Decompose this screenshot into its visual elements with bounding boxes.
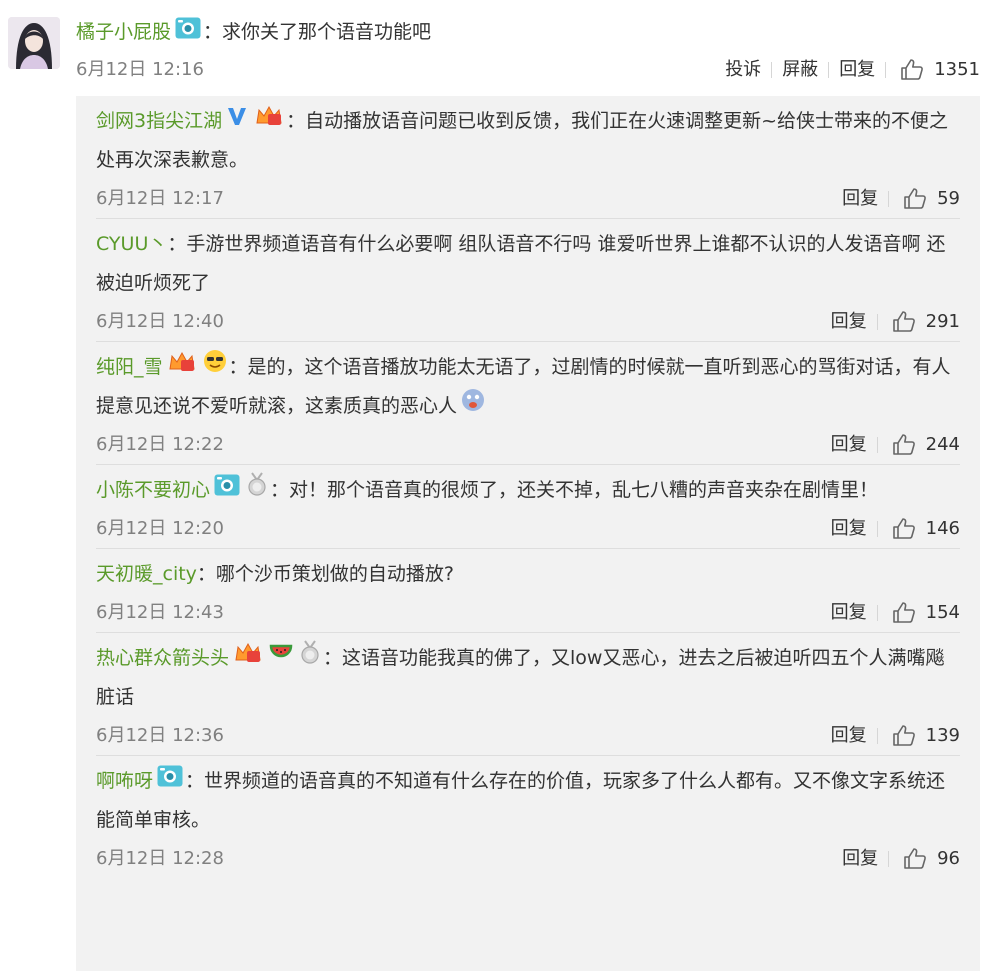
like-button[interactable]: 291	[878, 303, 960, 341]
verified-v-icon	[226, 102, 248, 141]
like-button[interactable]: 59	[889, 180, 960, 218]
reply-item: 小陈不要初心 ：对！那个语音真的很烦了，还关不掉，乱七八糟的声音夹杂在剧情里！ 6…	[96, 465, 960, 549]
like-count: 139	[925, 725, 960, 746]
camera-icon	[157, 762, 183, 801]
thumbs-up-icon	[900, 58, 924, 82]
reply-button[interactable]: 回复	[821, 303, 877, 341]
thumbs-up-icon	[892, 517, 916, 541]
thumbs-up-icon	[892, 310, 916, 334]
like-button[interactable]: 96	[889, 840, 960, 878]
reply-button[interactable]: 回复	[821, 594, 877, 632]
thumbs-up-icon	[892, 724, 916, 748]
reply-time: 6月12日 12:17	[96, 188, 224, 209]
reply-button[interactable]: 回复	[832, 840, 888, 878]
thumbs-up-icon	[892, 601, 916, 625]
reply-button[interactable]: 回复	[821, 510, 877, 548]
reply-text: ：对！那个语音真的很烦了，还关不掉，乱七八糟的声音夹杂在剧情里！	[270, 479, 879, 501]
reply-item: CYUU丶：手游世界频道语音有什么必要啊 组队语音不行吗 谁爱听世界上谁都不认识…	[96, 219, 960, 342]
thumbs-up-icon	[903, 847, 927, 871]
reply-button[interactable]: 回复	[829, 52, 885, 88]
reply-username[interactable]: 啊咘呀	[96, 770, 153, 792]
like-count: 244	[925, 434, 960, 455]
like-count: 291	[925, 311, 960, 332]
camera-icon	[214, 471, 240, 510]
camera-icon	[175, 13, 201, 53]
thumbs-up-icon	[903, 187, 927, 211]
reply-list: 剑网3指尖江湖 ：自动播放语音问题已收到反馈，我们正在火速调整更新~给侠士带来的不…	[76, 96, 980, 971]
like-count: 96	[937, 848, 960, 869]
reply-text: ：世界频道的语音真的不知道有什么存在的价值，玩家多了什么人都有。又不像文字系统还…	[96, 770, 946, 831]
reply-item: 啊咘呀 ：世界频道的语音真的不知道有什么存在的价值，玩家多了什么人都有。又不像文字…	[96, 756, 960, 878]
main-username[interactable]: 橘子小屁股	[76, 21, 171, 43]
reply-time: 6月12日 12:36	[96, 725, 224, 746]
reply-item: 热心群众箭头头 ：这语音功能我真的佛了，又low又恶心，进去之后被迫听四五个人满嘴…	[96, 633, 960, 756]
reply-item: 天初暖_city：哪个沙币策划做的自动播放? 6月12日 12:43 回复 15…	[96, 549, 960, 633]
reply-button[interactable]: 回复	[821, 717, 877, 755]
like-count: 1351	[934, 59, 980, 80]
like-count: 146	[925, 518, 960, 539]
reply-button[interactable]: 回复	[832, 180, 888, 218]
crown-level-icon	[254, 102, 284, 141]
reply-username[interactable]: CYUU丶	[96, 233, 167, 255]
reply-time: 6月12日 12:40	[96, 311, 224, 332]
like-button[interactable]: 139	[878, 717, 960, 755]
cool-face-icon	[203, 348, 227, 387]
like-count: 59	[937, 188, 960, 209]
like-button[interactable]: 1351	[886, 52, 980, 88]
reply-username[interactable]: 热心群众箭头头	[96, 647, 229, 669]
reply-item: 纯阳_雪 ：是的，这个语音播放功能太无语了，过剧情的时候就一直听到恶心的骂街对话，…	[96, 342, 960, 465]
main-comment-time: 6月12日 12:16	[76, 59, 204, 80]
reply-time: 6月12日 12:28	[96, 848, 224, 869]
main-comment: 橘子小屁股 ：求你关了那个语音功能吧 6月12日 12:16 投诉 屏蔽 回复 1…	[76, 12, 980, 88]
user-avatar[interactable]	[8, 17, 60, 69]
like-button[interactable]: 154	[878, 594, 960, 632]
watermelon-icon	[269, 639, 293, 678]
thumbs-up-icon	[892, 433, 916, 457]
reply-username[interactable]: 天初暖_city	[96, 563, 197, 585]
reply-text: ：自动播放语音问题已收到反馈，我们正在火速调整更新~给侠士带来的不便之处再次深表…	[96, 110, 949, 171]
like-button[interactable]: 244	[878, 426, 960, 464]
reply-time: 6月12日 12:22	[96, 434, 224, 455]
reply-text: ：哪个沙币策划做的自动播放?	[196, 563, 455, 585]
medal-icon	[246, 471, 268, 510]
crown-level-icon	[233, 639, 263, 678]
medal-icon	[299, 639, 321, 678]
reply-item: 剑网3指尖江湖 ：自动播放语音问题已收到反馈，我们正在火速调整更新~给侠士带来的不…	[96, 96, 960, 219]
report-button[interactable]: 投诉	[715, 52, 771, 88]
reply-time: 6月12日 12:43	[96, 602, 224, 623]
reply-time: 6月12日 12:20	[96, 518, 224, 539]
reply-username[interactable]: 小陈不要初心	[96, 479, 210, 501]
reply-username[interactable]: 纯阳_雪	[96, 356, 163, 378]
like-button[interactable]: 146	[878, 510, 960, 548]
reply-text: ：手游世界频道语音有什么必要啊 组队语音不行吗 谁爱听世界上谁都不认识的人发语音…	[96, 233, 946, 294]
puke-emoji-icon	[461, 387, 485, 426]
crown-level-icon	[167, 348, 197, 387]
reply-button[interactable]: 回复	[821, 426, 877, 464]
reply-username[interactable]: 剑网3指尖江湖	[96, 110, 222, 132]
block-button[interactable]: 屏蔽	[772, 52, 828, 88]
like-count: 154	[925, 602, 960, 623]
main-comment-text: ：求你关了那个语音功能吧	[203, 21, 432, 43]
